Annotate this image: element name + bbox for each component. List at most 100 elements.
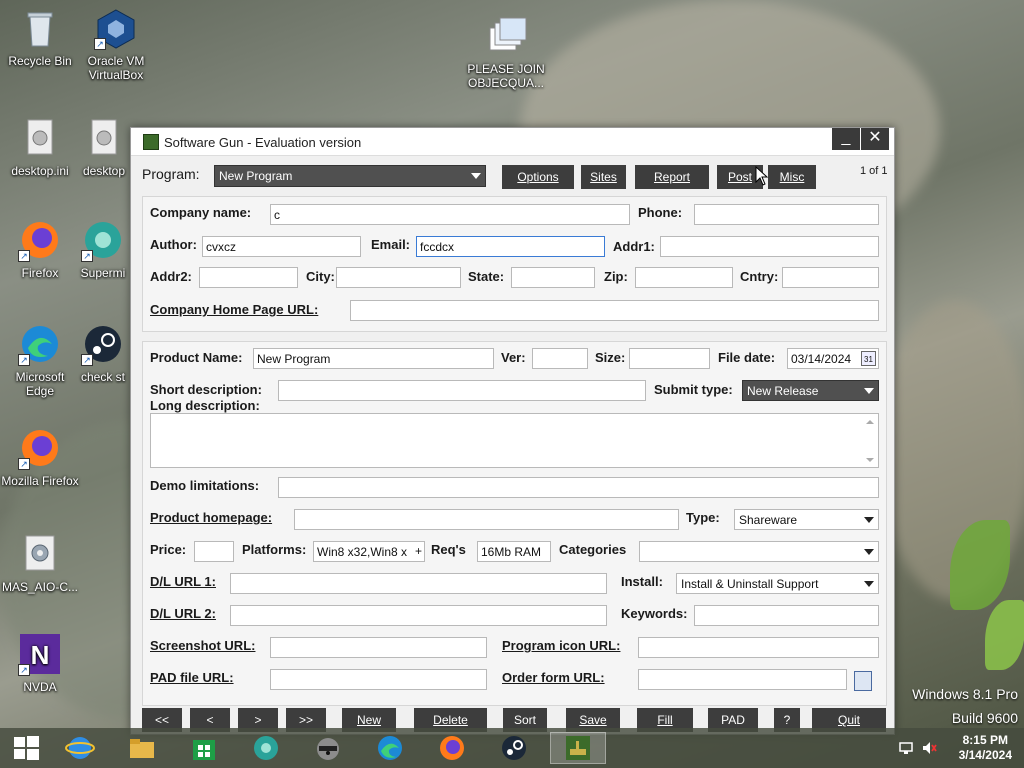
platforms-label: Platforms:	[242, 542, 307, 557]
product-homepage-link[interactable]: Product homepage:	[150, 510, 272, 525]
taskbar-firefox[interactable]	[430, 732, 474, 764]
program-select-value: New Program	[219, 169, 293, 183]
version-input[interactable]	[532, 348, 588, 369]
report-button[interactable]: Report	[635, 165, 709, 189]
type-select-value: Shareware	[739, 513, 798, 527]
software-gun-icon	[566, 736, 590, 760]
product-homepage-input[interactable]	[294, 509, 679, 530]
scroll-up-icon[interactable]	[866, 420, 874, 424]
program-icon-url-input[interactable]	[638, 637, 879, 658]
company-homepage-input[interactable]	[350, 300, 879, 321]
chevron-down-icon	[864, 517, 874, 523]
desktop-icon-firefox[interactable]: ↗ Firefox	[0, 218, 80, 280]
download-url-1-input[interactable]	[230, 573, 607, 594]
file-date-label: File date:	[718, 350, 776, 365]
company-name-input[interactable]: c	[270, 204, 630, 225]
desktop-icon-desktop-ini[interactable]: desktop.ini	[0, 116, 80, 178]
minimize-button[interactable]: _	[832, 128, 860, 150]
taskbar-supermium[interactable]	[244, 732, 288, 764]
calendar-icon[interactable]: 31	[861, 351, 876, 366]
scroll-down-icon[interactable]	[866, 458, 874, 462]
email-input[interactable]: fccdcx	[416, 236, 605, 257]
desktop-icon-check-steam[interactable]: ↗ check st	[76, 322, 130, 384]
desktop-icon-desktop[interactable]: desktop	[76, 116, 132, 178]
shortcut-arrow-icon: ↗	[18, 250, 30, 262]
settings-file-icon	[82, 116, 126, 160]
shortcut-arrow-icon: ↗	[94, 38, 106, 50]
desktop-icon-label: Supermi	[80, 266, 126, 280]
start-button[interactable]	[4, 732, 48, 764]
taskbar-software-gun[interactable]	[550, 732, 606, 764]
country-input[interactable]	[782, 267, 879, 288]
desktop-icon-please-join[interactable]: PLEASE JOIN OBJECQUA...	[466, 14, 546, 90]
clipboard-icon[interactable]	[854, 671, 872, 691]
price-input[interactable]	[194, 541, 234, 562]
type-label: Type:	[686, 510, 720, 525]
keywords-input[interactable]	[694, 605, 879, 626]
system-clock[interactable]: 8:15 PM 3/14/2024	[959, 733, 1012, 763]
order-form-url-input[interactable]	[638, 669, 847, 690]
taskbar-store[interactable]	[182, 732, 226, 764]
misc-button[interactable]: Misc	[768, 165, 816, 189]
short-description-input[interactable]	[278, 380, 646, 401]
order-form-url-link[interactable]: Order form URL:	[502, 670, 605, 685]
screenshot-url-link[interactable]: Screenshot URL:	[150, 638, 255, 653]
desktop-icon-mozilla-firefox[interactable]: ↗ Mozilla Firefox	[0, 426, 80, 488]
author-input[interactable]: cvxcz	[202, 236, 361, 257]
requirements-input[interactable]: 16Mb RAM	[477, 541, 551, 562]
pad-file-url-link[interactable]: PAD file URL:	[150, 670, 234, 685]
window-titlebar[interactable]: Software Gun - Evaluation version _ ✕	[131, 128, 894, 156]
network-icon[interactable]	[898, 740, 914, 756]
taskbar-internet-explorer[interactable]	[58, 732, 102, 764]
close-button[interactable]: ✕	[861, 128, 889, 150]
mouse-cursor-icon	[755, 166, 769, 186]
addr1-input[interactable]	[660, 236, 879, 257]
product-name-input[interactable]: New Program	[253, 348, 494, 369]
desktop-icon-label: MAS_AIO-C...	[1, 580, 78, 594]
type-select[interactable]: Shareware	[734, 509, 879, 530]
desktop-icon-nvda[interactable]: N ↗ NVDA	[0, 632, 80, 694]
desktop-icon-supermium[interactable]: ↗ Supermi	[76, 218, 130, 280]
sites-button[interactable]: Sites	[581, 165, 626, 189]
city-input[interactable]	[336, 267, 461, 288]
install-select[interactable]: Install & Uninstall Support	[676, 573, 879, 594]
state-input[interactable]	[511, 267, 595, 288]
options-button[interactable]: Options	[502, 165, 574, 189]
download-url-1-link[interactable]: D/L URL 1:	[150, 574, 216, 589]
desktop-icon-edge[interactable]: ↗ Microsoft Edge	[0, 322, 80, 398]
desktop-icon-label: check st	[80, 370, 125, 384]
screenshot-url-input[interactable]	[270, 637, 487, 658]
desktop-icon-mas-aio[interactable]: MAS_AIO-C...	[0, 532, 80, 594]
desktop-icon-virtualbox[interactable]: ↗ Oracle VM VirtualBox	[76, 6, 156, 82]
taskbar-edge[interactable]	[368, 732, 412, 764]
desktop-icon-label: Recycle Bin	[8, 54, 72, 68]
company-homepage-link[interactable]: Company Home Page URL:	[150, 302, 318, 317]
background-leaf	[985, 600, 1024, 670]
demo-limitations-label: Demo limitations:	[150, 478, 260, 493]
taskbar-steam[interactable]	[492, 732, 536, 764]
taskbar-raccoon-app[interactable]	[306, 732, 350, 764]
submit-type-select[interactable]: New Release	[742, 380, 879, 401]
windows-version-watermark: Windows 8.1 Pro	[912, 686, 1018, 702]
download-url-2-link[interactable]: D/L URL 2:	[150, 606, 216, 621]
demo-limitations-input[interactable]	[278, 477, 879, 498]
long-description-textarea[interactable]	[150, 413, 879, 468]
phone-input[interactable]	[694, 204, 879, 225]
addr2-label: Addr2:	[150, 269, 192, 284]
record-counter: 1 of 1	[860, 165, 888, 177]
desktop-icon-recycle-bin[interactable]: Recycle Bin	[0, 6, 80, 68]
addr2-input[interactable]	[199, 267, 298, 288]
categories-select[interactable]	[639, 541, 879, 562]
download-url-2-input[interactable]	[230, 605, 607, 626]
zip-input[interactable]	[635, 267, 733, 288]
program-icon-url-link[interactable]: Program icon URL:	[502, 638, 620, 653]
file-date-input[interactable]: 03/14/2024 31	[787, 348, 879, 369]
size-input[interactable]	[629, 348, 710, 369]
platforms-input[interactable]: Win8 x32,Win8 x +	[313, 541, 425, 562]
taskbar-file-explorer[interactable]	[120, 732, 164, 764]
keywords-label: Keywords:	[621, 606, 688, 621]
volume-muted-icon[interactable]	[921, 740, 937, 756]
pad-file-url-input[interactable]	[270, 669, 487, 690]
program-select[interactable]: New Program	[214, 165, 486, 187]
platforms-add-button[interactable]: +	[415, 544, 422, 558]
